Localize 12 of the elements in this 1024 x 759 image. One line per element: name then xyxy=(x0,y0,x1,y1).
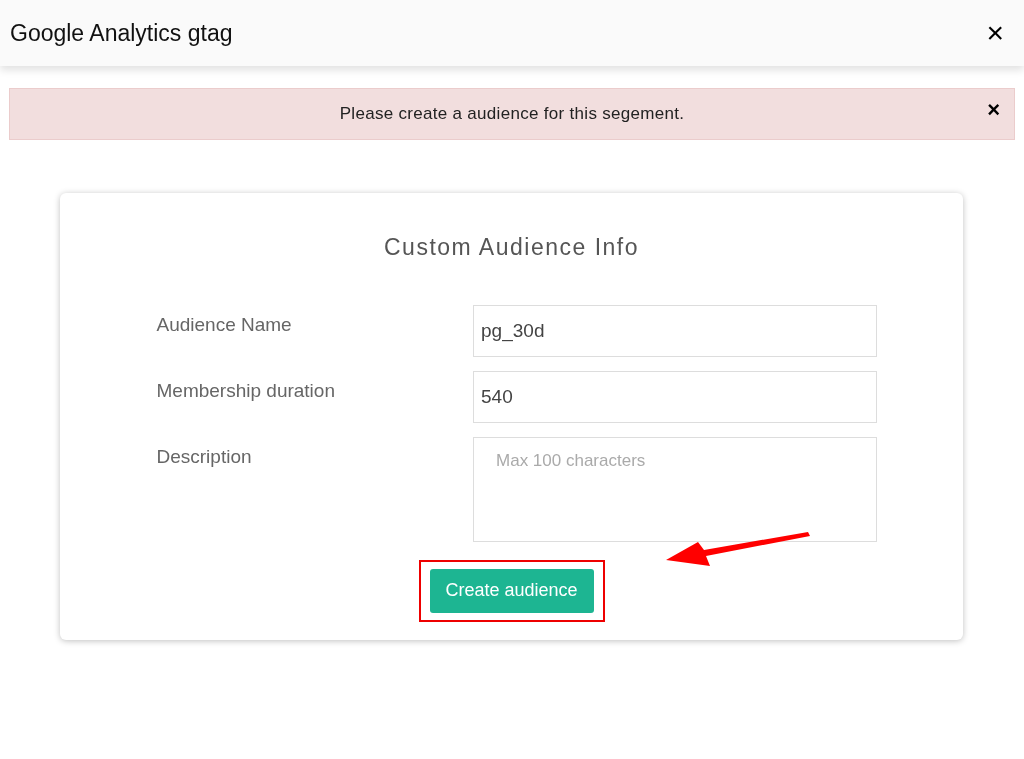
arrow-icon xyxy=(666,532,810,568)
description-field[interactable]: Max 100 characters xyxy=(473,436,877,542)
field-label: Audience Name xyxy=(156,312,293,337)
alert-close-button[interactable]: × xyxy=(987,99,1000,121)
input-field[interactable]: pg_30d xyxy=(473,304,877,357)
alert-message: Please create a audience for this segement. xyxy=(339,103,685,126)
input-field[interactable]: 540 xyxy=(473,370,877,423)
card-title: Custom Audience Info xyxy=(384,233,639,262)
window-title: Google Analytics gtag xyxy=(10,18,233,48)
field-label: Description xyxy=(156,444,253,469)
close-button[interactable]: × xyxy=(986,18,1004,48)
field-label: Membership duration xyxy=(156,378,336,403)
